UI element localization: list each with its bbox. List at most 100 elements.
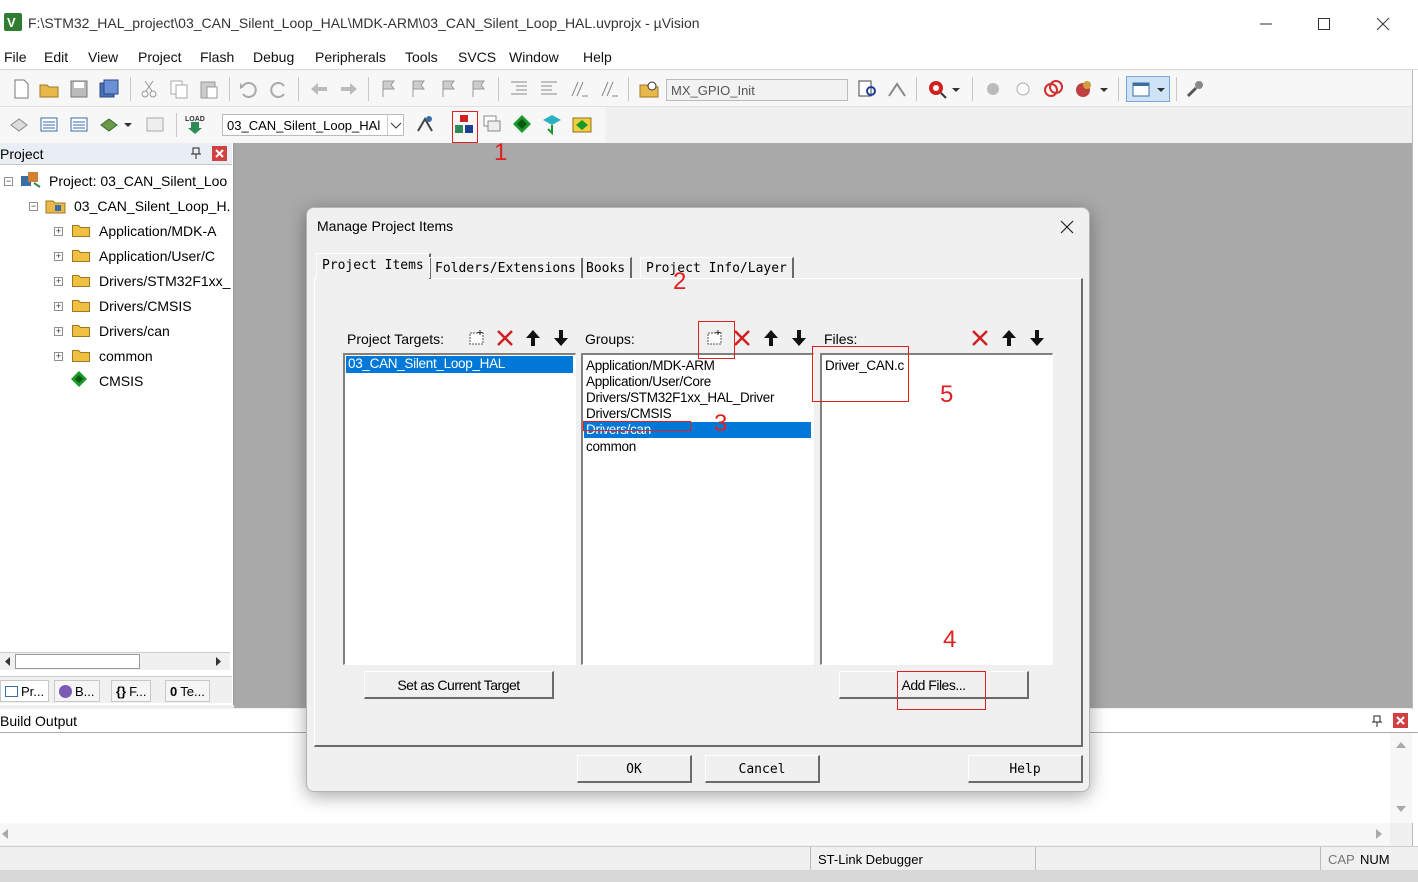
build-output-hscroll[interactable] bbox=[0, 823, 1390, 845]
disable-breakpoint-icon[interactable] bbox=[1012, 78, 1034, 100]
clear-bookmarks-icon[interactable] bbox=[468, 78, 490, 100]
target-item[interactable]: 03_CAN_Silent_Loop_HAL bbox=[348, 356, 505, 371]
group-item[interactable]: Drivers/STM32F1xx_HAL_Driver bbox=[586, 390, 774, 405]
group-common[interactable]: common bbox=[99, 348, 153, 364]
menu-peripherals[interactable]: Peripherals bbox=[315, 49, 386, 65]
tab-project[interactable]: Pr... bbox=[0, 680, 50, 702]
groups-list[interactable]: Application/MDK-ARM Application/User/Cor… bbox=[581, 353, 814, 665]
scroll-left-icon[interactable] bbox=[2, 655, 14, 668]
batch-build-icon[interactable] bbox=[98, 113, 120, 135]
rebuild-icon[interactable] bbox=[68, 113, 90, 135]
collapse-root-icon[interactable]: − bbox=[4, 177, 13, 186]
tab-project-items[interactable]: Project Items bbox=[316, 253, 431, 279]
find-in-files-icon[interactable] bbox=[638, 78, 660, 100]
function-combo[interactable]: MX_GPIO_Init bbox=[666, 79, 848, 101]
chevron-down-icon[interactable] bbox=[387, 115, 403, 135]
menu-help[interactable]: Help bbox=[583, 49, 612, 65]
pin-icon[interactable] bbox=[189, 146, 203, 160]
target-options-icon[interactable] bbox=[414, 113, 436, 135]
scroll-right-icon[interactable] bbox=[212, 655, 224, 668]
menu-window[interactable]: Window bbox=[509, 49, 559, 65]
tab-books[interactable]: Books bbox=[580, 257, 633, 278]
delete-file-icon[interactable] bbox=[969, 327, 991, 349]
pack-installer-icon[interactable] bbox=[541, 113, 563, 135]
scroll-left-icon[interactable] bbox=[0, 828, 10, 840]
targets-list[interactable]: 03_CAN_Silent_Loop_HAL bbox=[343, 353, 576, 665]
tab-books[interactable]: B... bbox=[54, 680, 100, 702]
move-up-icon[interactable] bbox=[760, 327, 782, 349]
move-down-icon[interactable] bbox=[1026, 327, 1048, 349]
project-pane-scrollbar[interactable] bbox=[0, 652, 230, 670]
scroll-up-icon[interactable] bbox=[1395, 739, 1407, 749]
paste-icon[interactable] bbox=[198, 78, 220, 100]
manage-rte-icon[interactable] bbox=[511, 113, 533, 135]
group-item[interactable]: common bbox=[586, 439, 636, 454]
scroll-down-icon[interactable] bbox=[1395, 805, 1407, 815]
nav-back-icon[interactable] bbox=[308, 78, 330, 100]
open-folder-icon[interactable] bbox=[38, 78, 60, 100]
cancel-button[interactable]: Cancel bbox=[705, 755, 820, 783]
new-target-icon[interactable] bbox=[465, 327, 487, 349]
menu-file[interactable]: File bbox=[4, 49, 27, 65]
expand-icon[interactable]: + bbox=[54, 327, 63, 336]
tab-functions[interactable]: {} F... bbox=[111, 680, 152, 702]
expand-icon[interactable]: + bbox=[54, 227, 63, 236]
indent-icon[interactable] bbox=[508, 78, 530, 100]
group-application-user[interactable]: Application/User/C bbox=[99, 248, 215, 264]
copy-icon[interactable] bbox=[168, 78, 190, 100]
target-combo[interactable]: 03_CAN_Silent_Loop_HAl bbox=[222, 114, 404, 136]
group-item[interactable]: Application/MDK-ARM bbox=[586, 358, 715, 373]
target-label[interactable]: 03_CAN_Silent_Loop_H. bbox=[74, 198, 230, 214]
uncomment-icon[interactable] bbox=[598, 78, 620, 100]
tab-templates[interactable]: 0 Te... bbox=[165, 680, 210, 702]
move-up-icon[interactable] bbox=[522, 327, 544, 349]
window-layout-icon[interactable] bbox=[1126, 76, 1170, 102]
move-down-icon[interactable] bbox=[788, 327, 810, 349]
menu-edit[interactable]: Edit bbox=[44, 49, 68, 65]
expand-icon[interactable]: + bbox=[54, 352, 63, 361]
minimize-icon[interactable] bbox=[1256, 14, 1276, 34]
group-application-mdk[interactable]: Application/MDK-A bbox=[99, 223, 217, 239]
menu-flash[interactable]: Flash bbox=[200, 49, 234, 65]
delete-target-icon[interactable] bbox=[494, 327, 516, 349]
incremental-find-icon[interactable] bbox=[886, 78, 908, 100]
project-root-label[interactable]: Project: 03_CAN_Silent_Loo bbox=[49, 173, 227, 189]
move-up-icon[interactable] bbox=[998, 327, 1020, 349]
redo-icon[interactable] bbox=[268, 78, 290, 100]
close-pane-icon[interactable] bbox=[1393, 713, 1408, 728]
menu-view[interactable]: View bbox=[88, 49, 118, 65]
nav-forward-icon[interactable] bbox=[338, 78, 360, 100]
new-file-icon[interactable] bbox=[10, 78, 32, 100]
comment-icon[interactable] bbox=[568, 78, 590, 100]
tab-folders-extensions[interactable]: Folders/Extensions bbox=[429, 257, 583, 278]
group-item[interactable]: Drivers/CMSIS bbox=[586, 406, 672, 421]
unindent-icon[interactable] bbox=[538, 78, 560, 100]
scroll-right-icon[interactable] bbox=[1374, 828, 1384, 840]
tab-project-info-layer[interactable]: Project Info/Layer bbox=[640, 257, 794, 278]
save-icon[interactable] bbox=[68, 78, 90, 100]
save-all-icon[interactable] bbox=[98, 78, 120, 100]
menu-project[interactable]: Project bbox=[138, 49, 182, 65]
chevron-down-icon[interactable] bbox=[122, 113, 134, 135]
group-drivers-can[interactable]: Drivers/can bbox=[99, 323, 170, 339]
select-packs-icon[interactable] bbox=[481, 113, 503, 135]
build-icon[interactable] bbox=[38, 113, 60, 135]
chevron-down-icon[interactable] bbox=[1098, 78, 1110, 100]
maximize-icon[interactable] bbox=[1314, 14, 1334, 34]
cut-icon[interactable] bbox=[138, 78, 160, 100]
find-icon[interactable] bbox=[856, 78, 878, 100]
debug-session-icon[interactable] bbox=[926, 78, 948, 100]
group-drivers-stm32[interactable]: Drivers/STM32F1xx_ bbox=[99, 273, 230, 289]
group-drivers-cmsis[interactable]: Drivers/CMSIS bbox=[99, 298, 192, 314]
collapse-target-icon[interactable]: − bbox=[29, 202, 38, 211]
close-icon[interactable] bbox=[1373, 14, 1393, 34]
expand-icon[interactable]: + bbox=[54, 302, 63, 311]
translate-icon[interactable] bbox=[8, 113, 30, 135]
build-output-vscroll[interactable] bbox=[1390, 733, 1412, 823]
move-down-icon[interactable] bbox=[550, 327, 572, 349]
close-pane-icon[interactable] bbox=[212, 146, 227, 161]
ok-button[interactable]: OK bbox=[577, 755, 692, 783]
expand-icon[interactable]: + bbox=[54, 277, 63, 286]
pack-installer-2-icon[interactable] bbox=[571, 113, 593, 135]
breakpoint-icon[interactable] bbox=[982, 78, 1004, 100]
